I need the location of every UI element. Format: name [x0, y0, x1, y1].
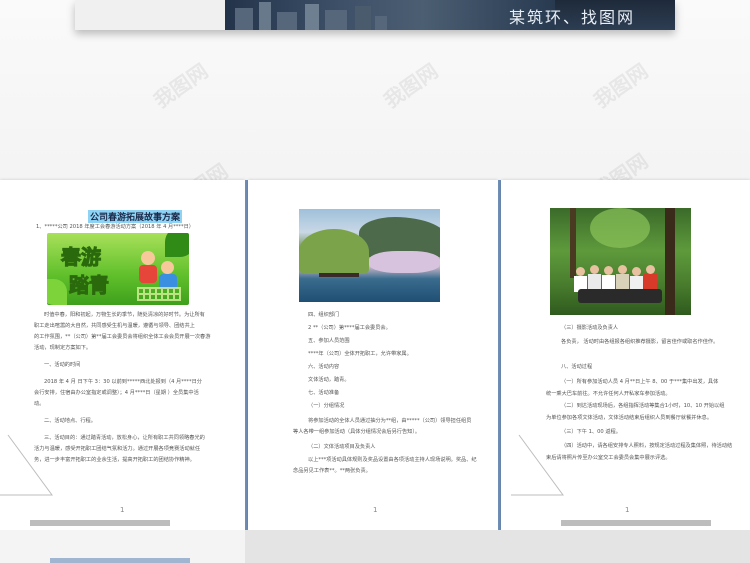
top-banner: 某筑环、找图网 — [75, 0, 675, 30]
person — [646, 265, 655, 274]
person — [590, 265, 599, 274]
banner-left-panel — [75, 0, 225, 30]
building-shape — [375, 16, 387, 30]
paragraph-line: （四）活动中，请各组安排专人照料，按规定活动过程及集体照，待活动结 — [561, 443, 733, 449]
paragraph-line: （二）到达活动现场后，各组指挥活动等集合1小时，10、10 开始以组 — [561, 403, 725, 409]
paragraph-line: ****年（公司）全体开拓职工，允许带家属。 — [308, 351, 412, 357]
paragraph-line: 各负责， 活动时由各组报各组织推荐摄影，留言佳作或取名作佳作。 — [561, 339, 719, 345]
document-page-1: 公司春游拓展故事方案 1、*****公司 2018 年度工会春游活动方案（201… — [0, 180, 245, 530]
kids-illustration — [137, 251, 181, 301]
paragraph-line: （一）所有参加活动人员 4 月**日上午 8、00 于***集中出发，具体 — [561, 379, 719, 385]
paragraph-line: 动。 — [34, 401, 45, 407]
building-shape — [235, 8, 253, 30]
spring-outing-image: 春游 踏青 — [47, 233, 189, 305]
people-group — [572, 263, 668, 303]
image-title-line-2: 踏青 — [69, 273, 110, 298]
paragraph-line: 2018 年 4 月 日下午 3：30 以前到*****西北处报到（4 月***… — [44, 379, 202, 385]
foliage — [590, 208, 650, 248]
paragraph-line: 时值中春，阳和初起，万物生长的季节，随处清凉的好时节。为让所有 — [44, 312, 205, 318]
paragraph-line: 统一乘大巴车前往。不允许任何人开私家车参加活动。 — [546, 391, 671, 397]
kid-head — [161, 261, 174, 274]
paragraph-line: 念品另见工作表**。**两张负责。 — [293, 468, 371, 474]
page-footer-bar — [561, 520, 711, 526]
paragraph-line: （二）文体活动项目及负责人 — [308, 444, 376, 450]
building-shape — [277, 12, 297, 30]
paragraph-line: 三、活动目的：通过踏青活动，放松身心，让所有职工共同领略春光的 — [44, 435, 205, 441]
kid-head — [141, 251, 155, 265]
paragraph-line: 会行安排，住宿由办公室指定或调整）；4 月****日（星期 ）全员集中活 — [34, 390, 199, 396]
paragraph-line: 六、活动内容 — [308, 364, 340, 370]
bottom-preview-right — [245, 530, 750, 563]
paragraph-line: 职工走出喧嚣的大自然，共同感受生机与温暖，遵循与领导、团结共上 — [34, 323, 195, 329]
page-number: 1 — [120, 506, 125, 514]
document-page-2: 四、组织部门 2 **（公司）第****届工会委员会。 五、参加人员范围 ***… — [248, 180, 498, 530]
person — [576, 267, 585, 276]
building-shape — [259, 2, 271, 30]
paragraph-line: 七、活动准备 — [308, 390, 340, 396]
trees-shape — [299, 229, 369, 274]
building-shape — [305, 4, 319, 30]
paragraph-line: 的工作氛围，**（公司）第**届工会委员会将组织全体工会会员开展一次春游 — [34, 334, 211, 340]
blossom-shape — [369, 251, 440, 273]
paragraph-line: 以上***项活动具体规则及奖品设置由各项活动主持人现场说明。奖品、纪 — [308, 457, 477, 463]
document-page-3: （三）摄影活动及负责人 各负责， 活动时由各组报各组织推荐摄影，留言佳作或取名作… — [501, 180, 750, 530]
page-number: 1 — [373, 506, 378, 514]
paragraph-line: 文体活动，踏青。 — [308, 377, 350, 383]
triangle-decoration — [0, 434, 53, 496]
paragraph-line: 等人各带一组参加活动（具体分组情况会后另行告知）。 — [293, 429, 421, 435]
bottom-thumbnail-edge — [50, 558, 190, 563]
banner-text: 某筑环、找图网 — [508, 8, 635, 27]
person-front-row — [578, 289, 662, 303]
grid-fence — [137, 287, 181, 301]
group-photo — [550, 208, 691, 315]
paragraph-line: 为单位参加各项文体活动，文体活动结束后组织人员到餐厅就餐并休息。 — [546, 415, 713, 421]
document-title: 公司春游拓展故事方案 — [88, 210, 183, 223]
paragraph-line: 将参加活动的全体人员通过抽分为**组，由*****（公司）领导担任组员 — [308, 418, 472, 424]
person — [604, 266, 613, 275]
triangle-decoration — [511, 434, 564, 496]
kid-body — [139, 265, 157, 283]
paragraph-line: 一、活动的时间 — [44, 362, 81, 368]
paragraph-line: 2 **（公司）第****届工会委员会。 — [308, 325, 391, 331]
building-shape — [355, 6, 371, 30]
person — [618, 265, 627, 274]
page-footer-bar — [30, 520, 170, 526]
document-subtitle: 1、*****公司 2018 年度工会春游活动方案（2018 年 4 月****… — [36, 224, 194, 230]
building-shape — [325, 10, 347, 30]
leaf-shape — [47, 279, 67, 305]
paragraph-line: （三）摄影活动及负责人 — [561, 325, 619, 331]
city-photo — [225, 0, 555, 30]
paragraph-line: 五、参加人员范围 — [308, 338, 350, 344]
paragraph-line: 八、活动过程 — [561, 364, 593, 370]
page-number: 1 — [625, 506, 630, 514]
person — [632, 267, 641, 276]
boat-shape — [319, 273, 359, 277]
paragraph-line: （一）分组情况 — [308, 403, 345, 409]
paragraph-line: 二、活动地点、行程。 — [44, 418, 96, 424]
image-title-line-1: 春游 — [61, 245, 102, 270]
lake-photo — [299, 209, 440, 302]
paragraph-line: 四、组织部门 — [308, 312, 340, 318]
paragraph-line: 活动，现制定方案如下。 — [34, 345, 92, 351]
